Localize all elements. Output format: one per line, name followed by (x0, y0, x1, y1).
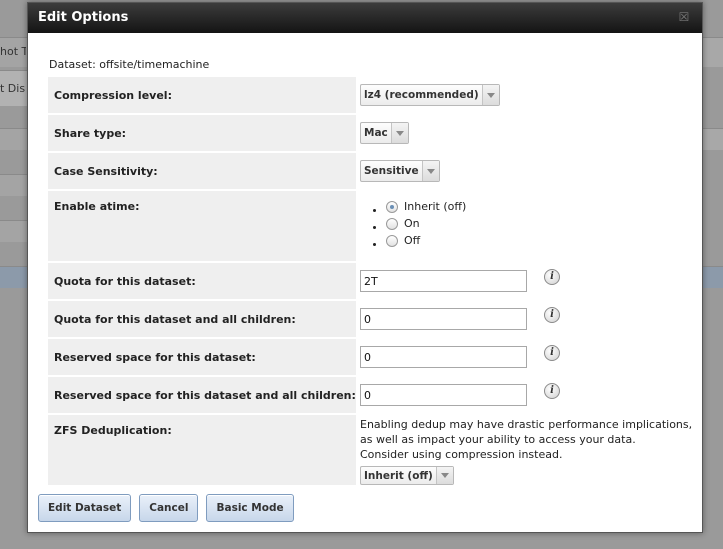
chevron-down-icon (481, 85, 499, 105)
quota-children-input[interactable] (360, 308, 527, 330)
radio-button[interactable] (386, 217, 398, 230)
edit-dataset-button[interactable]: Edit Dataset (38, 494, 132, 522)
reserved-children-label: Reserved space for this dataset and all … (48, 377, 356, 413)
background-row (0, 266, 30, 288)
options-form: Compression level: lz4 (recommended) Sha… (48, 77, 698, 487)
chevron-down-icon (435, 467, 453, 484)
background-row (701, 128, 723, 150)
dedup-warning-line: Enabling dedup may have drastic performa… (360, 418, 693, 431)
quota-children-label: Quota for this dataset and all children: (48, 301, 356, 337)
info-icon[interactable]: i (544, 307, 560, 323)
row-dedup: ZFS Deduplication: Enabling dedup may ha… (48, 415, 698, 485)
info-icon[interactable]: i (544, 345, 560, 361)
background-text: t Dis (0, 82, 26, 95)
dialog-title: Edit Options (38, 10, 129, 25)
atime-option-off[interactable]: Off (386, 234, 466, 251)
background-row (0, 128, 30, 150)
dedup-select[interactable]: Inherit (off) (360, 466, 454, 485)
row-reserved-children: Reserved space for this dataset and all … (48, 377, 698, 413)
dedup-warning: Enabling dedup may have drastic performa… (360, 417, 692, 462)
row-quota: Quota for this dataset: i (48, 263, 698, 299)
info-icon[interactable]: i (544, 269, 560, 285)
atime-radio-group: Inherit (off) On Off (360, 200, 466, 251)
background-text: hot T (0, 45, 26, 58)
reserved-label: Reserved space for this dataset: (48, 339, 356, 375)
atime-option-label: On (404, 217, 420, 230)
background-row (0, 220, 30, 242)
dialog-titlebar: Edit Options ☒ (28, 3, 702, 33)
chevron-down-icon (390, 123, 408, 143)
chevron-down-icon (421, 161, 439, 181)
row-share-type: Share type: Mac (48, 115, 698, 151)
compression-label: Compression level: (48, 77, 356, 113)
share-type-label: Share type: (48, 115, 356, 151)
atime-label: Enable atime: (48, 191, 356, 261)
basic-mode-button[interactable]: Basic Mode (206, 494, 294, 522)
row-reserved: Reserved space for this dataset: i (48, 339, 698, 375)
quota-label: Quota for this dataset: (48, 263, 356, 299)
dedup-warning-line: as well as impact your ability to access… (360, 433, 636, 446)
share-type-select[interactable]: Mac (360, 122, 409, 144)
info-icon[interactable]: i (544, 383, 560, 399)
atime-option-on[interactable]: On (386, 217, 466, 234)
cancel-button[interactable]: Cancel (139, 494, 199, 522)
dataset-label: Dataset: offsite/timemachine (49, 58, 210, 71)
close-icon[interactable]: ☒ (678, 11, 690, 23)
dialog-buttons: Edit Dataset Cancel Basic Mode (38, 494, 294, 522)
radio-button[interactable] (386, 234, 398, 247)
background-row (701, 37, 723, 67)
case-sensitivity-select[interactable]: Sensitive (360, 160, 440, 182)
background-row (0, 174, 30, 196)
radio-button[interactable] (386, 200, 398, 213)
reserved-children-input[interactable] (360, 384, 527, 406)
dedup-warning-line: Consider using compression instead. (360, 448, 563, 461)
reserved-input[interactable] (360, 346, 527, 368)
row-compression: Compression level: lz4 (recommended) (48, 77, 698, 113)
row-case-sensitivity: Case Sensitivity: Sensitive (48, 153, 698, 189)
row-quota-children: Quota for this dataset and all children:… (48, 301, 698, 337)
atime-option-inherit[interactable]: Inherit (off) (386, 200, 466, 217)
case-sensitivity-value: Sensitive (364, 165, 419, 177)
compression-value: lz4 (recommended) (364, 89, 479, 101)
compression-select[interactable]: lz4 (recommended) (360, 84, 500, 106)
dedup-value: Inherit (off) (364, 469, 433, 482)
background-row (701, 266, 723, 288)
edit-options-dialog: Edit Options ☒ Dataset: offsite/timemach… (27, 2, 703, 533)
share-type-value: Mac (364, 127, 388, 139)
atime-option-label: Off (404, 234, 421, 247)
atime-option-label: Inherit (off) (404, 200, 467, 213)
case-sensitivity-label: Case Sensitivity: (48, 153, 356, 189)
row-atime: Enable atime: Inherit (off) On Off (48, 191, 698, 261)
dedup-label: ZFS Deduplication: (48, 415, 356, 485)
quota-input[interactable] (360, 270, 527, 292)
